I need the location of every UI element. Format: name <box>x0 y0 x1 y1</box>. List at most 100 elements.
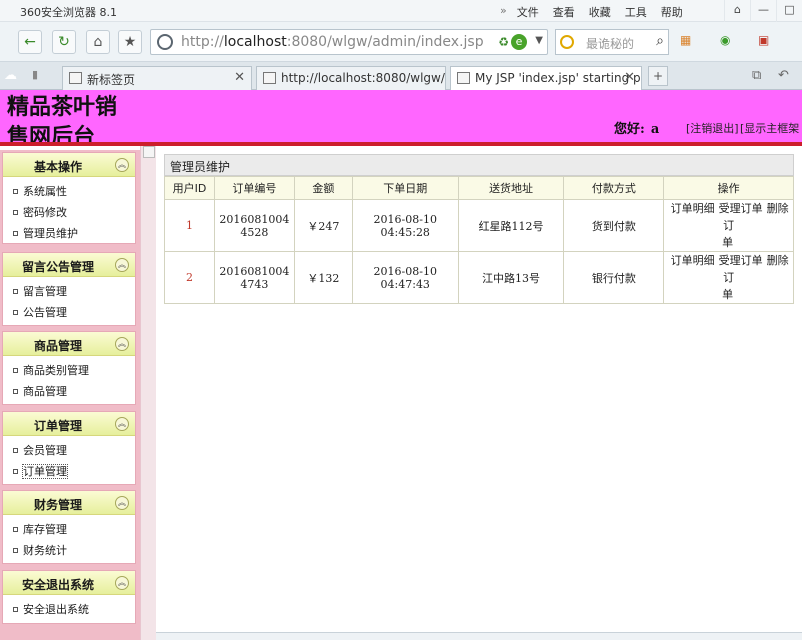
search-icon[interactable]: ⌕ <box>656 33 664 49</box>
tab-localhost[interactable]: http://localhost:8080/wlgw/i <box>256 66 446 90</box>
recycle-icon[interactable]: ♻ <box>498 35 509 49</box>
collapse-icon[interactable]: ︽ <box>115 417 129 431</box>
scroll-up-arrow[interactable] <box>143 146 155 158</box>
maximize-icon[interactable]: □ <box>776 0 802 22</box>
collapse-icon[interactable]: ︽ <box>115 576 129 590</box>
sidebar-item-orders[interactable]: 订单管理 <box>3 461 135 482</box>
cell-address: 江中路13号 <box>457 251 565 304</box>
tab-new[interactable]: 新标签页 ✕ <box>62 66 252 90</box>
menu-tools[interactable]: 工具 <box>625 4 647 20</box>
ad-block-icon[interactable]: ▣ <box>758 33 769 47</box>
tab-close-icon[interactable]: ✕ <box>624 70 635 85</box>
sidebar-item-finance-stats[interactable]: 财务统计 <box>3 540 135 561</box>
address-dropdown-icon[interactable]: ▼ <box>535 35 543 46</box>
address-url[interactable]: http://localhost:8080/wlgw/admin/index.j… <box>181 34 484 50</box>
column-header: 操作 <box>663 176 794 200</box>
table-row: 2 2016081004 4743 ￥132 2016-08-10 04:47:4… <box>164 251 794 304</box>
cell-amount: ￥132 <box>293 251 353 304</box>
column-header: 送货地址 <box>457 176 565 200</box>
home-icon[interactable]: ⌂ <box>86 30 110 54</box>
sidebar-item-messages[interactable]: 留言管理 <box>3 281 135 302</box>
menu-group-finance: 财务管理 ︽ 库存管理 财务统计 <box>2 490 136 564</box>
menu-group-header[interactable]: 商品管理 ︽ <box>3 332 135 356</box>
menu-overflow-icon[interactable]: » <box>500 4 507 20</box>
cell-date: 2016-08-10 04:45:28 <box>351 199 459 252</box>
ie-mode-icon[interactable]: e <box>511 34 527 50</box>
sidebar-item-password[interactable]: 密码修改 <box>3 202 135 223</box>
search-input[interactable]: 最诡秘的 <box>586 35 634 52</box>
menu-group-header[interactable]: 安全退出系统 ︽ <box>3 571 135 595</box>
cell-order-no: 2016081004 4743 <box>213 251 295 304</box>
address-bar[interactable]: http://localhost:8080/wlgw/admin/index.j… <box>150 29 548 55</box>
sidebar: 基本操作 ︽ 系统属性 密码修改 管理员维护 留言公告管理 ︽ 留言管理 公告管理 … <box>0 150 140 640</box>
browser-menubar: » 文件 查看 收藏 工具 帮助 <box>500 4 697 20</box>
restore-tab-icon[interactable]: ⧉ <box>752 68 761 83</box>
order-detail-link[interactable]: 订单明细 <box>671 254 715 267</box>
tab-page-icon <box>69 72 82 84</box>
greeting: 您好: a <box>614 122 660 137</box>
admin-header: 精品茶叶销售网后台 您好: a [注销退出] [显示主框架 <box>0 90 802 146</box>
search-engine-icon[interactable] <box>560 35 574 49</box>
collapse-icon[interactable]: ︽ <box>115 337 129 351</box>
sidebar-item-members[interactable]: 会员管理 <box>3 440 135 461</box>
frame-splitter[interactable] <box>140 146 156 640</box>
search-box[interactable]: 最诡秘的 ⌕ <box>555 29 669 55</box>
collapse-icon[interactable]: ︽ <box>115 258 129 272</box>
menu-group-header[interactable]: 订单管理 ︽ <box>3 412 135 436</box>
cell-user-id: 2 <box>164 251 215 304</box>
favorite-star-icon[interactable]: ★ <box>118 30 142 54</box>
sidebar-item-categories[interactable]: 商品类别管理 <box>3 360 135 381</box>
sidebar-toggle-icon[interactable]: ▮ <box>32 68 38 81</box>
menu-favorites[interactable]: 收藏 <box>589 4 611 20</box>
menu-file[interactable]: 文件 <box>517 4 539 20</box>
browser-navbar: ← ↻ ⌂ ★ http://localhost:8080/wlgw/admin… <box>0 22 802 62</box>
tab-close-icon[interactable]: ✕ <box>234 70 245 85</box>
username: a <box>650 122 660 137</box>
tab-label: My JSP 'index.jsp' starting p <box>475 71 641 85</box>
apps-icon[interactable]: ▦ <box>680 33 691 47</box>
menu-group-header[interactable]: 基本操作 ︽ <box>3 153 135 177</box>
refresh-icon[interactable]: ↻ <box>52 30 76 54</box>
cloud-icon[interactable]: ☁ <box>4 68 17 83</box>
logout-link[interactable]: [注销退出] <box>686 120 739 136</box>
sidebar-item-products[interactable]: 商品管理 <box>3 381 135 402</box>
cell-date: 2016-08-10 04:47:43 <box>351 251 459 304</box>
menu-group-exit: 安全退出系统 ︽ 安全退出系统 <box>2 570 136 624</box>
accept-order-link[interactable]: 受理订单 <box>719 202 763 215</box>
sidebar-item-notices[interactable]: 公告管理 <box>3 302 135 323</box>
menu-group-orders: 订单管理 ︽ 会员管理 订单管理 <box>2 411 136 485</box>
guard-icon[interactable]: ◉ <box>720 33 730 47</box>
browser-statusbar <box>156 632 802 640</box>
bullet-icon <box>13 309 18 315</box>
back-icon[interactable]: ← <box>18 30 42 54</box>
cell-amount: ￥247 <box>293 199 353 252</box>
tab-my-jsp[interactable]: My JSP 'index.jsp' starting p ✕ <box>450 66 642 91</box>
order-detail-link[interactable]: 订单明细 <box>671 202 715 215</box>
skin-icon[interactable]: ⌂ <box>724 0 750 22</box>
accept-order-link[interactable]: 受理订单 <box>719 254 763 267</box>
new-tab-button[interactable]: + <box>648 66 668 86</box>
menu-group-header[interactable]: 留言公告管理 ︽ <box>3 253 135 277</box>
column-header: 付款方式 <box>563 176 665 200</box>
bullet-icon <box>13 209 18 215</box>
sidebar-item-system-props[interactable]: 系统属性 <box>3 181 135 202</box>
sidebar-item-admin[interactable]: 管理员维护 <box>3 223 135 244</box>
show-mainframe-link[interactable]: [显示主框架 <box>740 120 799 136</box>
column-header: 下单日期 <box>351 176 459 200</box>
column-header: 订单编号 <box>213 176 295 200</box>
collapse-icon[interactable]: ︽ <box>115 496 129 510</box>
sidebar-item-exit[interactable]: 安全退出系统 <box>3 599 135 620</box>
undo-close-icon[interactable]: ↶ <box>778 68 789 83</box>
menu-view[interactable]: 查看 <box>553 4 575 20</box>
cell-order-no: 2016081004 4528 <box>213 199 295 252</box>
bullet-icon <box>13 230 18 236</box>
menu-help[interactable]: 帮助 <box>661 4 683 20</box>
tab-page-icon <box>263 72 276 84</box>
menu-group-header[interactable]: 财务管理 ︽ <box>3 491 135 515</box>
collapse-icon[interactable]: ︽ <box>115 158 129 172</box>
bullet-icon <box>13 447 18 453</box>
sidebar-item-stock[interactable]: 库存管理 <box>3 519 135 540</box>
minimize-icon[interactable]: — <box>750 0 776 22</box>
cell-payment: 银行付款 <box>563 251 665 304</box>
tab-label: http://localhost:8080/wlgw/i <box>281 71 446 85</box>
